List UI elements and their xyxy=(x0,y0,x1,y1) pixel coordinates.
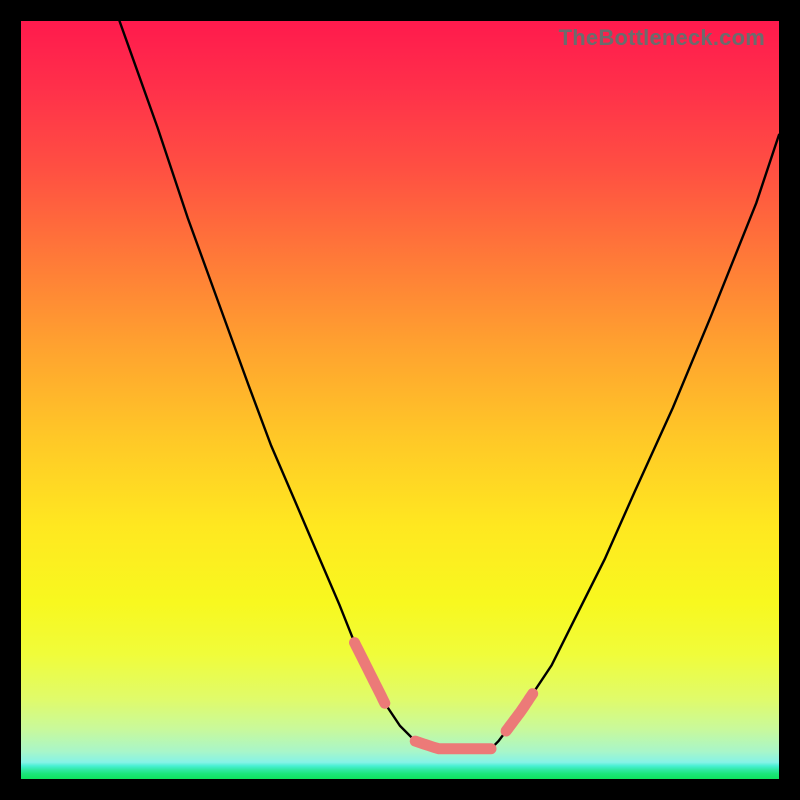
chart-frame: TheBottleneck.com xyxy=(0,0,800,800)
highlight-floor xyxy=(415,741,491,749)
curve-path xyxy=(120,21,780,749)
watermark-text: TheBottleneck.com xyxy=(559,25,765,51)
highlight-left xyxy=(355,643,385,704)
bottleneck-curve xyxy=(21,21,779,779)
plot-area: TheBottleneck.com xyxy=(21,21,779,779)
highlight-right xyxy=(506,694,533,731)
